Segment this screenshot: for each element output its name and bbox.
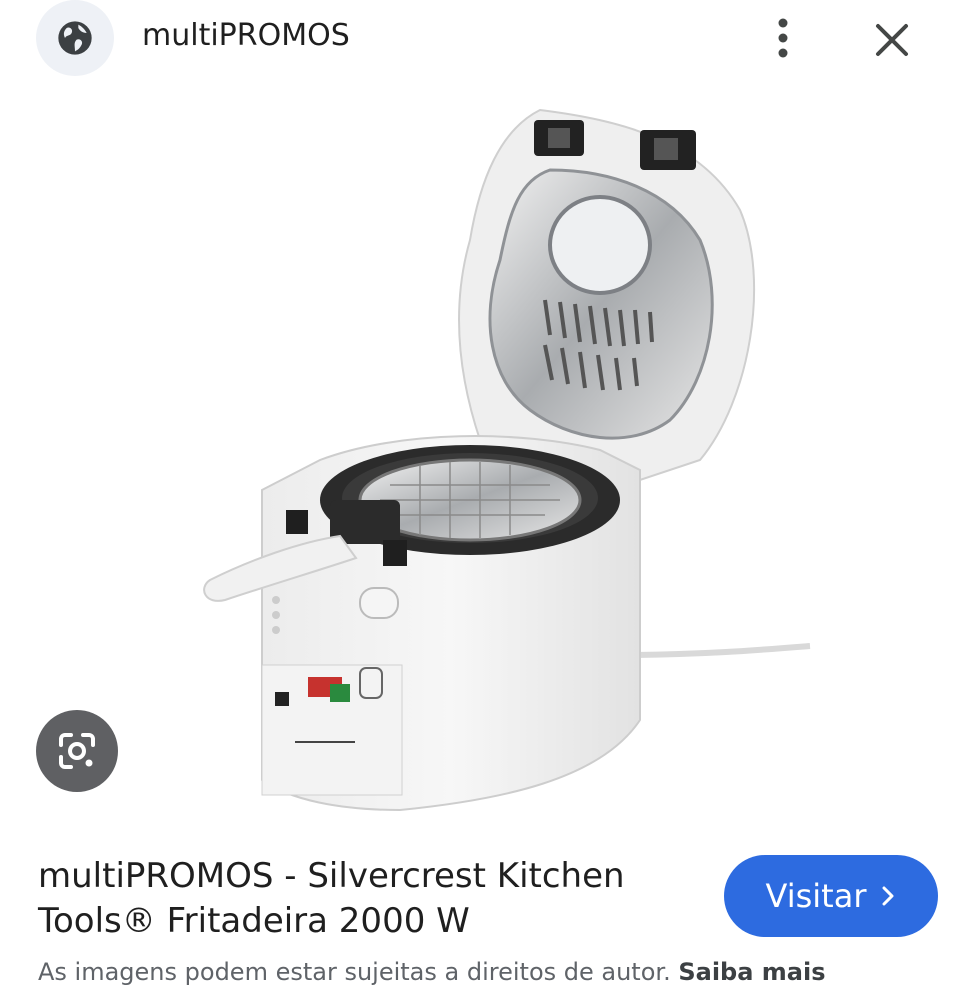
close-button[interactable] (866, 14, 918, 66)
more-vert-icon (778, 18, 788, 58)
chevron-right-icon (882, 886, 894, 906)
close-icon (876, 24, 908, 56)
more-options-button[interactable] (762, 14, 804, 62)
result-title[interactable]: multiPROMOS - Silvercrest Kitchen Tools®… (38, 854, 678, 944)
visit-button[interactable]: Visitar (724, 855, 938, 937)
result-title-line-2: Tools® Fritadeira 2000 W (38, 901, 470, 941)
learn-more-link[interactable]: Saiba mais (678, 958, 825, 986)
google-lens-icon (59, 733, 95, 769)
disclaimer-text: As imagens podem estar sujeitas a direit… (38, 958, 671, 986)
product-image[interactable] (0, 80, 974, 840)
result-title-line-1: multiPROMOS - Silvercrest Kitchen (38, 856, 625, 896)
viewer-header: multiPROMOS (0, 0, 974, 78)
deep-fryer-image (203, 108, 811, 812)
site-name[interactable]: multiPROMOS (142, 18, 350, 53)
copyright-disclaimer: As imagens podem estar sujeitas a direit… (38, 958, 826, 986)
globe-icon (58, 21, 92, 55)
site-favicon[interactable] (36, 0, 114, 76)
google-lens-button[interactable] (36, 710, 118, 792)
visit-button-label: Visitar (765, 877, 867, 915)
